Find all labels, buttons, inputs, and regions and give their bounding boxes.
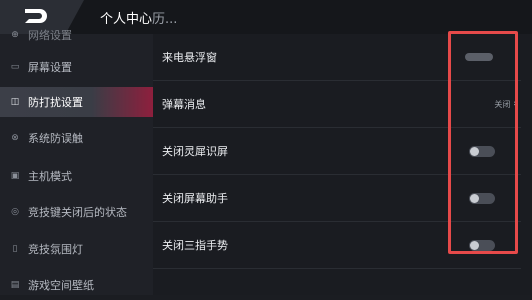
sidebar: ⊕ 网络设置 ▭ 屏幕设置 ◫ 防打扰设置 ⊗ 系统防误触 ▣ 主机模式 ◎ 竞…	[0, 29, 153, 295]
setting-label: 来电悬浮窗	[162, 51, 217, 64]
game-key-icon: ◎	[11, 207, 19, 217]
touch-guard-icon: ⊗	[11, 133, 19, 143]
setting-row-disable-screen-assistant: 关闭屏幕助手	[153, 175, 521, 222]
disable-three-finger-gesture-toggle[interactable]	[469, 239, 495, 251]
danmaku-messages-value[interactable]: 关闭 ›	[494, 99, 517, 110]
call-floating-window-toggle[interactable]	[465, 53, 493, 61]
setting-label: 关闭三指手势	[162, 239, 228, 252]
sidebar-item-screen[interactable]: ▭ 屏幕设置	[0, 52, 153, 82]
sidebar-item-label: 主机模式	[28, 170, 72, 183]
sidebar-item-do-not-disturb[interactable]: ◫ 防打扰设置	[0, 87, 153, 117]
setting-row-disable-three-finger-gesture: 关闭三指手势	[153, 222, 521, 269]
ambient-light-icon: ▯	[12, 244, 18, 254]
disable-screen-assistant-toggle[interactable]	[469, 192, 495, 204]
setting-row-call-floating-window: 来电悬浮窗	[153, 34, 521, 81]
sidebar-item-ambient-light[interactable]: ▯ 竞技氛围灯	[0, 234, 153, 264]
sidebar-item-console-mode[interactable]: ▣ 主机模式	[0, 161, 153, 191]
sidebar-item-network[interactable]: ⊕ 网络设置	[0, 20, 153, 50]
screen-icon: ▭	[10, 62, 20, 72]
sidebar-item-label: 系统防误触	[28, 132, 83, 145]
page-subtitle: 历...	[152, 12, 178, 27]
network-icon: ⊕	[11, 30, 19, 40]
settings-panel: 来电悬浮窗 弹幕消息 关闭 › 关闭灵犀识屏 关闭屏幕助手 关闭三指手势	[153, 34, 532, 295]
do-not-disturb-icon: ◫	[10, 97, 20, 107]
sidebar-item-label: 竞技键关闭后的状态	[28, 206, 127, 219]
danmaku-value-text: 关闭	[494, 99, 511, 109]
sidebar-item-label: 游戏空间壁纸	[28, 279, 94, 292]
setting-label: 弹幕消息	[162, 98, 206, 111]
chevron-right-icon: ›	[513, 99, 517, 109]
console-icon: ▣	[10, 171, 20, 181]
sidebar-item-label: 网络设置	[28, 29, 72, 42]
sidebar-item-label: 防打扰设置	[28, 96, 83, 109]
sidebar-item-label: 竞技氛围灯	[28, 243, 83, 256]
setting-row-disable-screen-recognition: 关闭灵犀识屏	[153, 128, 521, 175]
wallpaper-icon: ▤	[10, 280, 20, 290]
setting-label: 关闭屏幕助手	[162, 192, 228, 205]
toggle-knob	[470, 146, 479, 156]
toggle-knob	[470, 193, 479, 203]
sidebar-item-game-key-state[interactable]: ◎ 竞技键关闭后的状态	[0, 197, 153, 227]
sidebar-item-touch-guard[interactable]: ⊗ 系统防误触	[0, 123, 153, 153]
sidebar-item-label: 屏幕设置	[28, 61, 72, 74]
setting-label: 关闭灵犀识屏	[162, 145, 228, 158]
disable-screen-recognition-toggle[interactable]	[469, 145, 495, 157]
setting-row-danmaku-messages[interactable]: 弹幕消息 关闭 ›	[153, 81, 521, 128]
sidebar-item-wallpaper[interactable]: ▤ 游戏空间壁纸	[0, 270, 153, 300]
toggle-knob	[470, 240, 479, 250]
